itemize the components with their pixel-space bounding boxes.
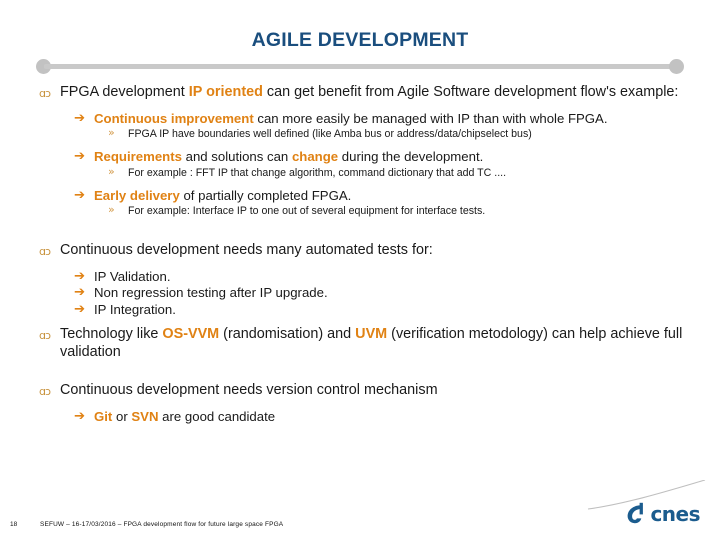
- bullet-level2-text-mid: and solutions can: [181, 149, 292, 164]
- arrow-right-icon: ➔: [74, 285, 86, 300]
- bullet-level1-version-control: ɑɔ Continuous development needs version …: [38, 382, 688, 400]
- bullet-level2-text: IP Validation.: [94, 268, 171, 284]
- bullet-text-lead-a: FPGA development: [60, 84, 189, 100]
- bullet-level2-text: of partially completed FPGA.: [179, 187, 352, 203]
- highlight-svn: SVN: [131, 408, 159, 424]
- bullet-text-part-b: (randomisation) and: [219, 326, 356, 342]
- arrow-right-icon: ➔: [74, 110, 86, 126]
- title-divider: [36, 59, 684, 75]
- bullet-level2-text: are good candidate: [158, 408, 276, 424]
- highlight-uvm: UVM: [355, 326, 388, 342]
- cnes-logo-lockup: cnes: [624, 502, 700, 526]
- bullet-level2-git-svn: ➔ Git or SVN are good candidate: [38, 409, 688, 426]
- bullet-level3-fft-example: » For example : FFT IP that change algor…: [38, 164, 688, 180]
- bullet-level2-text: Non regression testing after IP upgrade.: [94, 285, 328, 300]
- cnes-satellite-icon: [628, 502, 644, 524]
- bullet-level2-ip-integration: ➔ IP Integration.: [38, 302, 688, 319]
- arrow-right-icon: ➔: [74, 408, 86, 424]
- arrow-right-icon: ➔: [74, 187, 86, 203]
- page-number: 18: [10, 521, 18, 528]
- slide-body: ɑɔ FPGA development IP oriented can get …: [38, 84, 688, 425]
- double-angle-icon: »: [108, 126, 115, 139]
- bullet-level2-text: can more easily be managed with IP than …: [253, 110, 608, 126]
- bullet-level1-icon: ɑɔ: [39, 385, 51, 398]
- bullet-level2-early-delivery: ➔ Early delivery of partially completed …: [38, 188, 688, 205]
- bullet-level2-text: IP Integration.: [94, 301, 176, 317]
- bullet-level2-requirements: ➔ Requirements and solutions can change …: [38, 149, 688, 166]
- bullet-level2-text-mid: or: [112, 408, 132, 424]
- double-angle-icon: »: [108, 164, 115, 178]
- bullet-text-lead-b: can get benefit from Agile Software deve…: [262, 84, 679, 100]
- highlight-requirements: Requirements: [94, 149, 182, 164]
- arrow-right-icon: ➔: [74, 268, 86, 284]
- cnes-wordmark: cnes: [650, 502, 700, 526]
- highlight-ip-oriented: IP oriented: [188, 84, 263, 100]
- bullet-level1-fpga-development: ɑɔ FPGA development IP oriented can get …: [38, 84, 688, 102]
- cnes-logo: cnes: [586, 480, 706, 532]
- divider-knob-right: [669, 59, 684, 74]
- bullet-level2-text: during the development.: [338, 149, 484, 164]
- double-angle-icon: »: [108, 203, 115, 216]
- bullet-text-part-a: Technology like: [60, 326, 163, 342]
- bullet-level1-text: Continuous development needs version con…: [60, 382, 438, 398]
- bullet-level3-text: For example : FFT IP that change algorit…: [128, 166, 507, 179]
- bullet-level1-osvvm-uvm: ɑɔ Technology like OS-VVM (randomisation…: [38, 326, 688, 361]
- bullet-level1-icon: ɑɔ: [39, 329, 51, 342]
- bullet-level1-text: Continuous development needs many automa…: [60, 242, 433, 258]
- highlight-git: Git: [94, 408, 113, 424]
- highlight-change: change: [291, 149, 339, 164]
- divider-bar: [44, 64, 676, 69]
- arrow-right-icon: ➔: [74, 301, 86, 317]
- footer-caption: SEFUW – 16-17/03/2016 – FPGA development…: [40, 521, 284, 528]
- bullet-level3-fpga-ip-boundaries: » FPGA IP have boundaries well defined (…: [38, 126, 688, 141]
- bullet-level2-non-regression-testing: ➔ Non regression testing after IP upgrad…: [38, 285, 688, 302]
- highlight-early-delivery: Early delivery: [94, 187, 180, 203]
- highlight-continuous-improvement: Continuous improvement: [94, 110, 254, 126]
- bullet-level2-continuous-improvement: ➔ Continuous improvement can more easily…: [38, 111, 688, 128]
- highlight-os-vvm: OS-VVM: [162, 326, 220, 342]
- bullet-level3-interface-example: » For example: Interface IP to one out o…: [38, 203, 688, 218]
- bullet-level1-automated-tests: ɑɔ Continuous development needs many aut…: [38, 242, 688, 260]
- bullet-level1-icon: ɑɔ: [39, 245, 51, 258]
- bullet-level1-icon: ɑɔ: [39, 87, 51, 100]
- page-title: AGILE DEVELOPMENT: [251, 29, 469, 51]
- bullet-level2-ip-validation: ➔ IP Validation.: [38, 269, 688, 286]
- bullet-level3-text: FPGA IP have boundaries well defined (li…: [128, 128, 532, 140]
- bullet-level3-text: For example: Interface IP to one out of …: [128, 205, 486, 217]
- arrow-right-icon: ➔: [74, 149, 86, 164]
